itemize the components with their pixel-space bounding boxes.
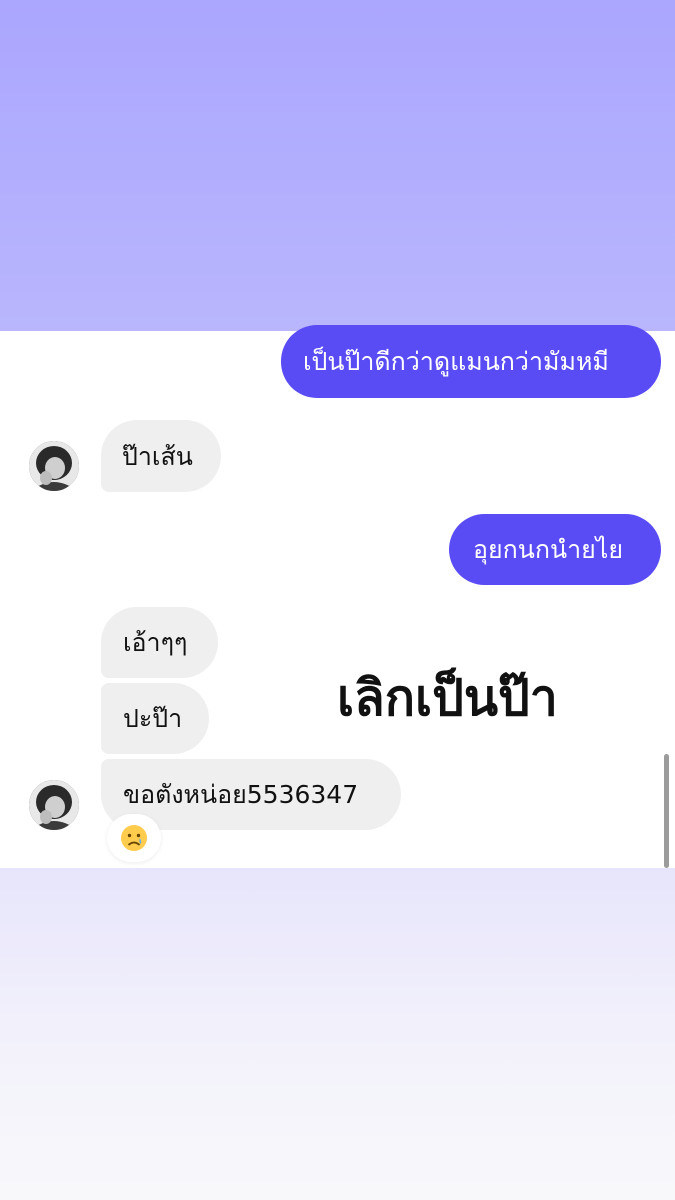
message-text: ปะป๊า <box>123 704 183 733</box>
message-text: เป็นป๊าดีกว่าดูแมนกว่ามัมหมี <box>303 347 609 376</box>
outgoing-message-bubble[interactable]: อุยกนกนำยไย <box>449 514 661 585</box>
incoming-message-bubble[interactable]: เอ้าๆๆ <box>101 607 218 678</box>
message-text: อุยกนกนำยไย <box>473 535 624 564</box>
avatar-photo-icon <box>29 780 79 830</box>
top-gradient-band <box>0 0 675 331</box>
scrollbar[interactable] <box>664 754 669 868</box>
sender-avatar[interactable] <box>29 441 79 491</box>
message-reaction[interactable] <box>107 814 161 862</box>
avatar-photo-icon <box>29 441 79 491</box>
overlay-caption-text: เลิกเป็นป๊า <box>337 669 558 727</box>
message-text: เอ้าๆๆ <box>123 628 188 657</box>
incoming-message-bubble[interactable]: ป๊าเส้น <box>101 420 221 492</box>
bottom-gradient-band <box>0 868 675 1200</box>
outgoing-message-bubble[interactable]: เป็นป๊าดีกว่าดูแมนกว่ามัมหมี <box>281 325 661 398</box>
sender-avatar[interactable] <box>29 780 79 830</box>
incoming-message-bubble[interactable]: ปะป๊า <box>101 683 209 754</box>
message-text: ป๊าเส้น <box>122 441 193 471</box>
crying-face-icon <box>121 825 147 851</box>
message-text: ขอตังหน่อย5536347 <box>123 780 359 809</box>
